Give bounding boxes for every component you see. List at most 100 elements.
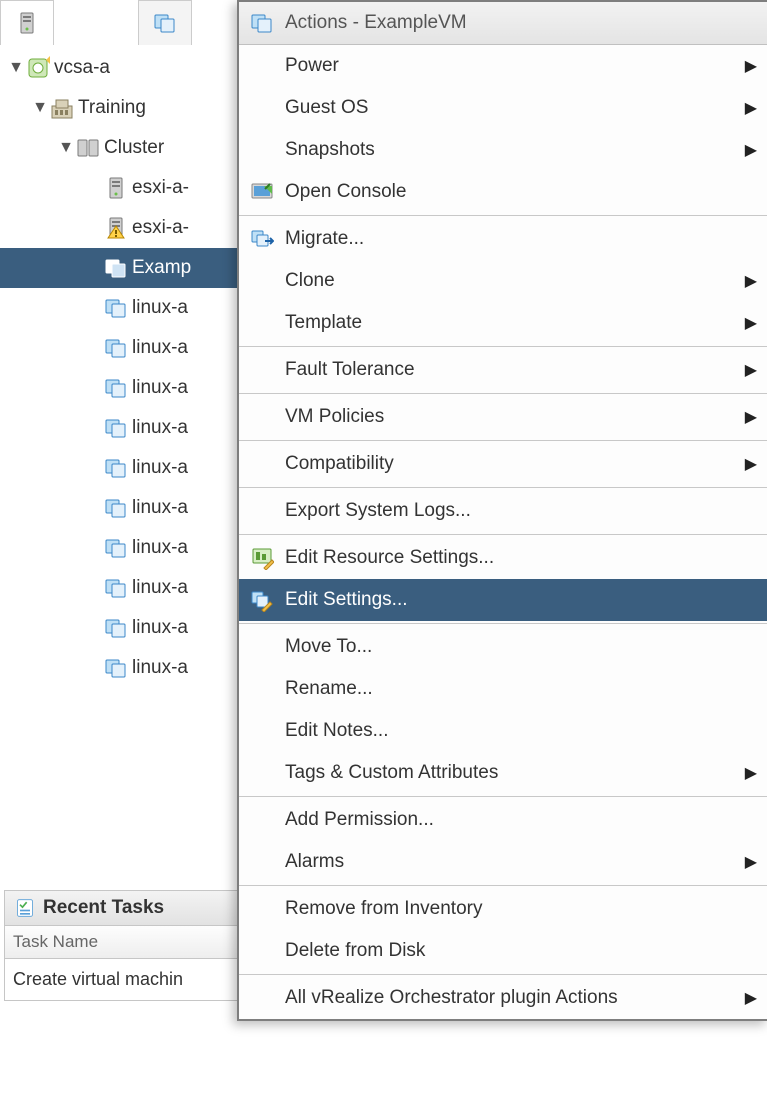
menu-item-label: Edit Resource Settings...	[285, 547, 767, 569]
tree-label: linux-a	[132, 537, 188, 559]
menu-item-label: Guest OS	[285, 97, 767, 119]
vcenter-icon	[26, 56, 50, 80]
vm-icon	[250, 11, 274, 35]
datacenter-icon	[50, 96, 74, 120]
edit-settings-icon	[250, 588, 274, 612]
menu-item-export-system-logs[interactable]: Export System Logs...	[239, 490, 767, 532]
vm-icon	[104, 296, 128, 320]
menu-item-template[interactable]: Template▶	[239, 302, 767, 344]
menu-separator	[239, 440, 767, 441]
menu-item-label: Compatibility	[285, 453, 767, 475]
tree-toggle[interactable]: ▼	[6, 59, 26, 77]
menu-item-label: Clone	[285, 270, 767, 292]
menu-separator	[239, 623, 767, 624]
migrate-icon	[250, 227, 274, 251]
menu-item-vm-policies[interactable]: VM Policies▶	[239, 396, 767, 438]
vm-icon	[104, 256, 128, 280]
vm-icon	[104, 656, 128, 680]
tree-label: Examp	[132, 257, 191, 279]
tab-hosts[interactable]	[0, 0, 54, 45]
tree-label: Training	[78, 97, 146, 119]
tree-label: linux-a	[132, 377, 188, 399]
context-menu-title-row: Actions - ExampleVM	[239, 2, 767, 45]
vm-icon	[104, 536, 128, 560]
tree-label: linux-a	[132, 457, 188, 479]
menu-separator	[239, 487, 767, 488]
task-row[interactable]: Create virtual machin	[4, 959, 242, 1001]
tree-label: linux-a	[132, 657, 188, 679]
menu-item-snapshots[interactable]: Snapshots▶	[239, 129, 767, 171]
tasks-icon	[15, 898, 35, 918]
menu-item-label: Tags & Custom Attributes	[285, 762, 767, 784]
menu-item-label: Snapshots	[285, 139, 767, 161]
menu-item-rename[interactable]: Rename...	[239, 668, 767, 710]
menu-item-all-vrealize-orchestrator-plugin-actions[interactable]: All vRealize Orchestrator plugin Actions…	[239, 977, 767, 1019]
menu-item-fault-tolerance[interactable]: Fault Tolerance▶	[239, 349, 767, 391]
tree-label: linux-a	[132, 297, 188, 319]
menu-item-move-to[interactable]: Move To...	[239, 626, 767, 668]
menu-item-label: Edit Settings...	[285, 589, 767, 611]
tree-toggle[interactable]: ▼	[30, 99, 50, 117]
submenu-arrow-icon: ▶	[745, 407, 757, 427]
vm-icon	[104, 376, 128, 400]
menu-item-remove-from-inventory[interactable]: Remove from Inventory	[239, 888, 767, 930]
menu-item-label: Add Permission...	[285, 809, 767, 831]
task-name-cell: Create virtual machin	[13, 969, 183, 989]
submenu-arrow-icon: ▶	[745, 313, 757, 333]
tree-label: linux-a	[132, 497, 188, 519]
menu-item-label: Power	[285, 55, 767, 77]
menu-item-guest-os[interactable]: Guest OS▶	[239, 87, 767, 129]
tree-label: linux-a	[132, 617, 188, 639]
menu-item-label: Remove from Inventory	[285, 898, 767, 920]
menu-item-edit-resource-settings[interactable]: Edit Resource Settings...	[239, 537, 767, 579]
tab-vms[interactable]	[138, 0, 192, 45]
vm-icon	[153, 11, 177, 35]
menu-item-edit-notes[interactable]: Edit Notes...	[239, 710, 767, 752]
menu-item-label: Migrate...	[285, 228, 767, 250]
menu-item-tags-custom-attributes[interactable]: Tags & Custom Attributes▶	[239, 752, 767, 794]
host-icon	[15, 11, 39, 35]
tree-label: vcsa-a	[54, 57, 110, 79]
menu-item-power[interactable]: Power▶	[239, 45, 767, 87]
menu-item-delete-from-disk[interactable]: Delete from Disk	[239, 930, 767, 972]
context-menu: Actions - ExampleVM Power▶Guest OS▶Snaps…	[237, 0, 767, 1021]
host-icon	[104, 176, 128, 200]
menu-item-label: Alarms	[285, 851, 767, 873]
tree-toggle[interactable]: ▼	[56, 139, 76, 157]
vm-icon	[104, 416, 128, 440]
submenu-arrow-icon: ▶	[745, 56, 757, 76]
recent-tasks-panel: Recent Tasks Task Name Create virtual ma…	[4, 890, 242, 1001]
menu-item-clone[interactable]: Clone▶	[239, 260, 767, 302]
vm-icon	[104, 496, 128, 520]
context-menu-title: Actions - ExampleVM	[285, 12, 467, 34]
menu-item-label: Template	[285, 312, 767, 334]
menu-item-label: Fault Tolerance	[285, 359, 767, 381]
menu-separator	[239, 796, 767, 797]
menu-item-label: Rename...	[285, 678, 767, 700]
menu-item-compatibility[interactable]: Compatibility▶	[239, 443, 767, 485]
vm-icon	[104, 456, 128, 480]
menu-separator	[239, 974, 767, 975]
edit-resource-icon	[250, 546, 274, 570]
menu-item-edit-settings[interactable]: Edit Settings...	[239, 579, 767, 621]
vm-icon	[104, 616, 128, 640]
menu-item-add-permission[interactable]: Add Permission...	[239, 799, 767, 841]
menu-item-label: Edit Notes...	[285, 720, 767, 742]
menu-item-label: Open Console	[285, 181, 767, 203]
recent-tasks-header[interactable]: Recent Tasks	[4, 890, 242, 926]
submenu-arrow-icon: ▶	[745, 852, 757, 872]
host-warn-icon	[104, 216, 128, 240]
tree-label: Cluster	[104, 137, 164, 159]
menu-item-migrate[interactable]: Migrate...	[239, 218, 767, 260]
tree-label: esxi-a-	[132, 177, 189, 199]
menu-item-open-console[interactable]: Open Console	[239, 171, 767, 213]
menu-item-label: Move To...	[285, 636, 767, 658]
menu-item-label: VM Policies	[285, 406, 767, 428]
menu-item-alarms[interactable]: Alarms▶	[239, 841, 767, 883]
tree-label: esxi-a-	[132, 217, 189, 239]
menu-item-label: All vRealize Orchestrator plugin Actions	[285, 987, 767, 1009]
menu-separator	[239, 885, 767, 886]
submenu-arrow-icon: ▶	[745, 140, 757, 160]
submenu-arrow-icon: ▶	[745, 271, 757, 291]
menu-separator	[239, 393, 767, 394]
